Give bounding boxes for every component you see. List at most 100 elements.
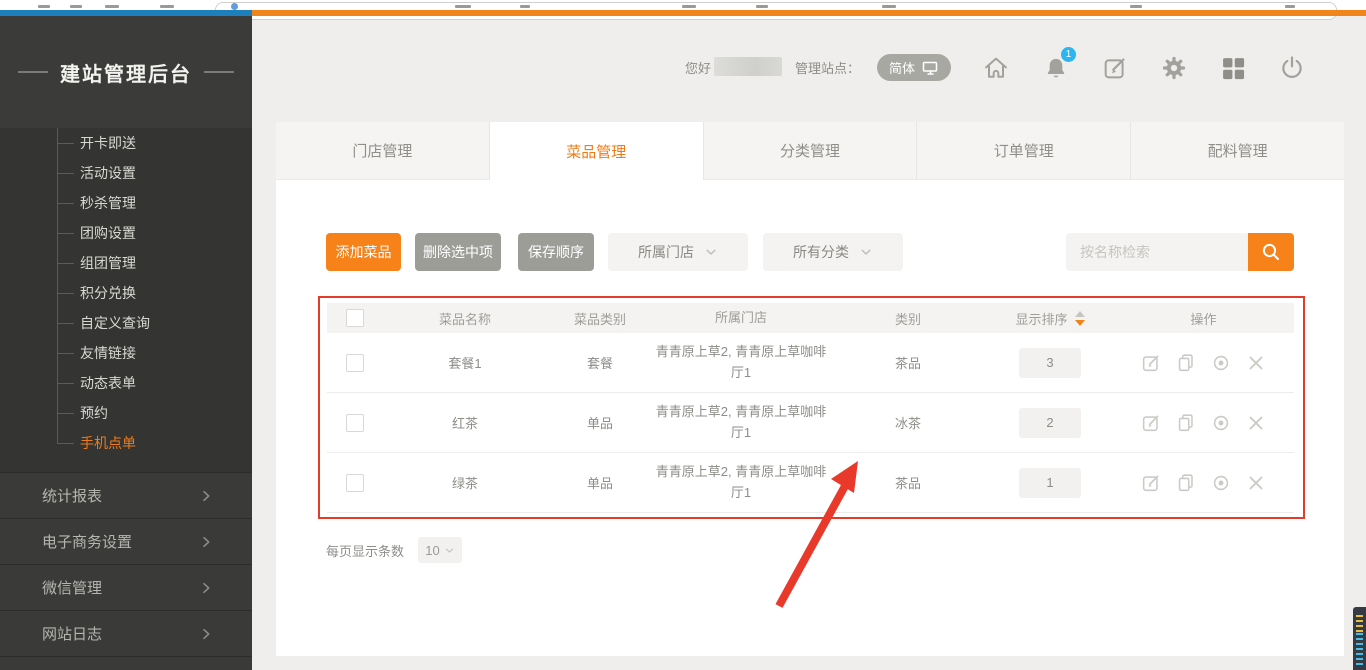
tab-dish-management[interactable]: 菜品管理: [490, 122, 704, 180]
copy-row-icon[interactable]: [1175, 352, 1197, 374]
delete-row-icon[interactable]: [1245, 472, 1267, 494]
sidebar-item-huodongshezhi[interactable]: 活动设置: [0, 158, 252, 188]
sidebar-section-ecommerce[interactable]: 电子商务设置: [0, 519, 252, 565]
copy-row-icon[interactable]: [1175, 472, 1197, 494]
power-icon: [1278, 54, 1306, 82]
edit-row-icon[interactable]: [1140, 352, 1162, 374]
delete-row-icon[interactable]: [1245, 412, 1267, 434]
table-row: 红茶 单品 青青原上草2, 青青原上草咖啡厅1 冰茶 2: [327, 393, 1294, 453]
tab-category-management[interactable]: 分类管理: [704, 122, 918, 180]
search-icon: [1259, 240, 1283, 264]
chevron-right-icon: [198, 626, 214, 642]
preview-row-icon[interactable]: [1210, 472, 1232, 494]
dish-category: 冰茶: [829, 413, 987, 432]
dish-store: 青青原上草2, 青青原上草咖啡厅1: [653, 402, 829, 442]
sidebar-sections: 统计报表 电子商务设置 微信管理 网站日志: [0, 472, 252, 657]
sort-order-input[interactable]: 3: [1019, 348, 1081, 378]
col-header-type: 菜品类别: [547, 309, 653, 328]
edit-button[interactable]: [1101, 54, 1129, 82]
col-header-order: 显示排序: [987, 309, 1113, 328]
title-dash-left: [18, 71, 48, 73]
page-size-label: 每页显示条数: [326, 541, 404, 560]
apps-button[interactable]: [1219, 54, 1247, 82]
add-dish-button[interactable]: 添加菜品: [326, 233, 401, 271]
username-redacted: [714, 57, 782, 76]
tab-bar: 门店管理 菜品管理 分类管理 订单管理 配料管理: [276, 122, 1344, 180]
delete-row-icon[interactable]: [1245, 352, 1267, 374]
url-text-fragment: [1285, 5, 1295, 8]
home-button[interactable]: [982, 54, 1010, 82]
tab-ingredient-management[interactable]: 配料管理: [1131, 122, 1344, 180]
dish-table: 菜品名称 菜品类别 所属门店 类别 显示排序 操作 套餐1 套餐 青青原上草2,…: [327, 303, 1294, 513]
scrollbar-minimap[interactable]: [1353, 607, 1366, 670]
sidebar-item-shoujidiandan[interactable]: 手机点单: [0, 428, 252, 458]
row-checkbox[interactable]: [346, 414, 364, 432]
page-size-dropdown[interactable]: 10: [418, 537, 462, 563]
sidebar-item-tuangoushezhi[interactable]: 团购设置: [0, 218, 252, 248]
sort-toggle[interactable]: [1075, 311, 1085, 326]
sort-asc-icon: [1075, 311, 1085, 317]
sidebar-section-stats[interactable]: 统计报表: [0, 473, 252, 519]
greeting-text: 您好: [685, 58, 711, 77]
settings-button[interactable]: [1160, 54, 1188, 82]
browser-chrome: [0, 0, 1366, 10]
save-order-button[interactable]: 保存顺序: [518, 233, 594, 271]
col-header-store: 所属门店: [653, 308, 829, 328]
preview-row-icon[interactable]: [1210, 352, 1232, 374]
search-input[interactable]: [1066, 233, 1248, 271]
sidebar-item-zidingyichaxun[interactable]: 自定义查询: [0, 308, 252, 338]
content-panel: 门店管理 菜品管理 分类管理 订单管理 配料管理 添加菜品 删除选中项 保存顺序…: [276, 122, 1344, 656]
delete-selected-button[interactable]: 删除选中项: [415, 233, 501, 271]
dish-store: 青青原上草2, 青青原上草咖啡厅1: [653, 342, 829, 382]
dish-name: 红茶: [383, 413, 547, 432]
sidebar-item-kaikajisong[interactable]: 开卡即送: [0, 128, 252, 158]
col-header-name: 菜品名称: [383, 309, 547, 328]
url-text-fragment: [756, 5, 768, 8]
sort-order-input[interactable]: 2: [1019, 408, 1081, 438]
row-checkbox[interactable]: [346, 474, 364, 492]
store-filter-dropdown[interactable]: 所属门店: [608, 233, 748, 271]
chevron-down-icon: [704, 245, 718, 259]
top-strip-orange: [252, 10, 1366, 16]
language-pill[interactable]: 简体: [877, 54, 951, 81]
browser-toolbar-fragment: [70, 5, 82, 8]
sidebar-item-jifenduihuan[interactable]: 积分兑换: [0, 278, 252, 308]
browser-toolbar-fragment: [105, 5, 119, 8]
sort-order-input[interactable]: 1: [1019, 468, 1081, 498]
monitor-icon: [922, 60, 939, 76]
copy-row-icon[interactable]: [1175, 412, 1197, 434]
logout-button[interactable]: [1278, 54, 1306, 82]
url-text-fragment: [882, 5, 896, 8]
notifications-button[interactable]: 1: [1042, 54, 1070, 82]
home-icon: [982, 54, 1010, 82]
url-text-fragment: [682, 5, 696, 8]
search-group: [1066, 233, 1294, 271]
sidebar-item-miaoshaguanli[interactable]: 秒杀管理: [0, 188, 252, 218]
dish-category: 茶品: [829, 473, 987, 492]
dish-type: 套餐: [547, 353, 653, 372]
category-filter-dropdown[interactable]: 所有分类: [763, 233, 903, 271]
search-button[interactable]: [1248, 233, 1294, 271]
chevron-right-icon: [198, 580, 214, 596]
tab-store-management[interactable]: 门店管理: [276, 122, 490, 180]
row-checkbox[interactable]: [346, 354, 364, 372]
sidebar-section-sitelog[interactable]: 网站日志: [0, 611, 252, 657]
preview-row-icon[interactable]: [1210, 412, 1232, 434]
select-all-checkbox[interactable]: [346, 309, 364, 327]
dish-type: 单品: [547, 473, 653, 492]
tab-order-management[interactable]: 订单管理: [917, 122, 1131, 180]
sidebar-title-text: 建站管理后台: [60, 58, 192, 87]
sidebar-item-youqinglianjie[interactable]: 友情链接: [0, 338, 252, 368]
sidebar-item-dongtaibiaodan[interactable]: 动态表单: [0, 368, 252, 398]
sidebar-item-zutuanguanli[interactable]: 组团管理: [0, 248, 252, 278]
site-favicon: [231, 3, 238, 10]
dish-name: 套餐1: [383, 353, 547, 372]
sidebar-item-yuyue[interactable]: 预约: [0, 398, 252, 428]
chevron-right-icon: [198, 488, 214, 504]
toolbar: 添加菜品 删除选中项 保存顺序 所属门店 所有分类: [276, 233, 1344, 271]
url-text-fragment: [455, 5, 471, 8]
edit-row-icon[interactable]: [1140, 472, 1162, 494]
sidebar: 建站管理后台 开卡即送 活动设置 秒杀管理 团购设置 组团管理 积分兑换 自定义…: [0, 16, 252, 670]
sidebar-section-wechat[interactable]: 微信管理: [0, 565, 252, 611]
edit-row-icon[interactable]: [1140, 412, 1162, 434]
